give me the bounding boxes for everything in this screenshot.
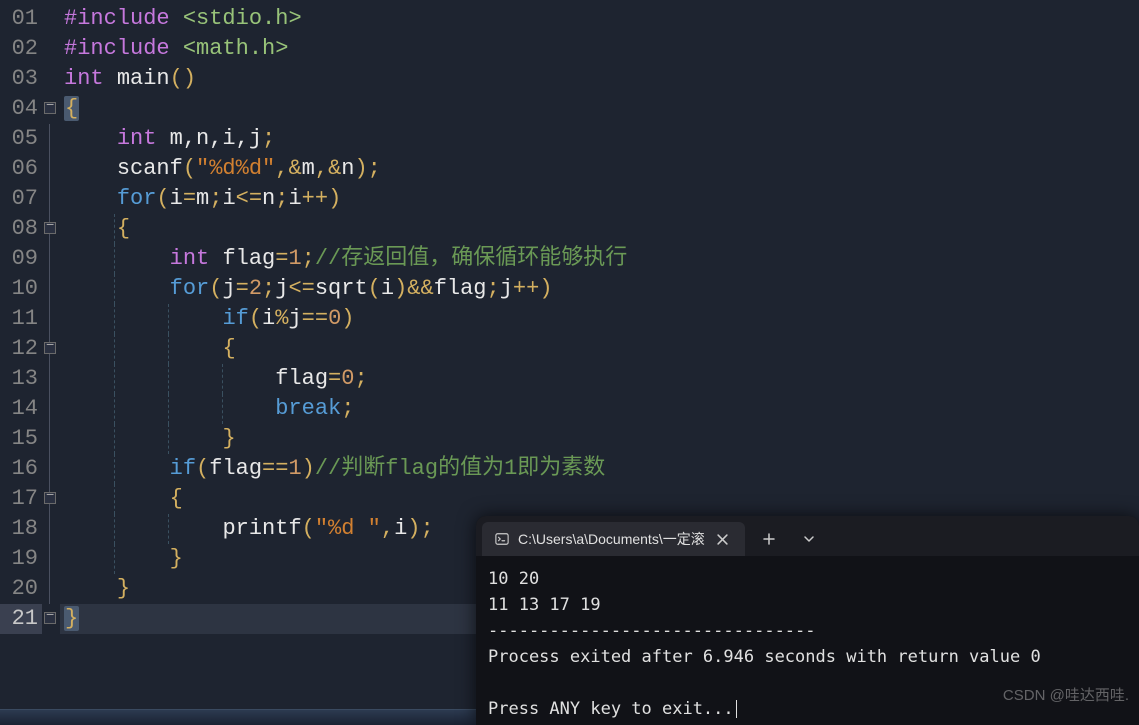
line-number: 19 xyxy=(0,544,42,574)
tab-dropdown-button[interactable] xyxy=(791,525,827,553)
code-line: } xyxy=(60,424,1139,454)
line-number: 10 xyxy=(0,274,42,304)
code-line: #include <stdio.h> xyxy=(60,4,1139,34)
line-number: 08 xyxy=(0,214,42,244)
line-number: 04 xyxy=(0,94,42,124)
line-number: 05 xyxy=(0,124,42,154)
terminal-line: 11 13 17 19 xyxy=(488,595,601,615)
brace-match: { xyxy=(64,96,79,121)
terminal-icon xyxy=(494,531,510,547)
line-number: 15 xyxy=(0,424,42,454)
terminal-tab-title: C:\Users\a\Documents\一定滚 xyxy=(518,529,705,549)
line-number: 09 xyxy=(0,244,42,274)
code-line: flag=0; xyxy=(60,364,1139,394)
cursor-icon xyxy=(736,700,737,718)
code-line: for(j=2;j<=sqrt(i)&&flag;j++) xyxy=(60,274,1139,304)
code-line: { xyxy=(60,94,1139,124)
terminal-line: Press ANY key to exit... xyxy=(488,699,734,719)
code-line: { xyxy=(60,334,1139,364)
fold-toggle-icon[interactable] xyxy=(44,612,56,624)
code-line: break; xyxy=(60,394,1139,424)
code-line: scanf("%d%d",&m,&n); xyxy=(60,154,1139,184)
code-line: { xyxy=(60,214,1139,244)
terminal-line: -------------------------------- xyxy=(488,621,816,641)
line-number-gutter: 01 02 03 04 05 06 07 08 09 10 11 12 13 1… xyxy=(0,0,42,725)
code-line: if(i%j==0) xyxy=(60,304,1139,334)
watermark-text: CSDN @哇达西哇. xyxy=(1003,684,1129,705)
terminal-titlebar[interactable]: C:\Users\a\Documents\一定滚 xyxy=(476,516,1139,556)
code-line: for(i=m;i<=n;i++) xyxy=(60,184,1139,214)
line-number: 14 xyxy=(0,394,42,424)
terminal-line: Process exited after 6.946 seconds with … xyxy=(488,647,1041,667)
line-number: 12 xyxy=(0,334,42,364)
close-icon[interactable] xyxy=(713,529,733,549)
line-number: 17 xyxy=(0,484,42,514)
line-number: 03 xyxy=(0,64,42,94)
line-number: 21 xyxy=(0,604,42,634)
line-number: 20 xyxy=(0,574,42,604)
fold-toggle-icon[interactable] xyxy=(44,342,56,354)
line-number: 18 xyxy=(0,514,42,544)
line-number: 01 xyxy=(0,4,42,34)
code-line: int flag=1;//存返回值，确保循环能够执行 xyxy=(60,244,1139,274)
line-number: 16 xyxy=(0,454,42,484)
line-number: 07 xyxy=(0,184,42,214)
code-line: { xyxy=(60,484,1139,514)
code-line: #include <math.h> xyxy=(60,34,1139,64)
line-number: 02 xyxy=(0,34,42,64)
fold-toggle-icon[interactable] xyxy=(44,492,56,504)
code-line: int main() xyxy=(60,64,1139,94)
code-line: if(flag==1)//判断flag的值为1即为素数 xyxy=(60,454,1139,484)
fold-toggle-icon[interactable] xyxy=(44,222,56,234)
new-tab-button[interactable] xyxy=(751,525,787,553)
brace-match: } xyxy=(64,606,79,631)
code-line: int m,n,i,j; xyxy=(60,124,1139,154)
terminal-line: 10 20 xyxy=(488,569,539,589)
terminal-tab[interactable]: C:\Users\a\Documents\一定滚 xyxy=(482,522,745,556)
line-number: 11 xyxy=(0,304,42,334)
line-number: 06 xyxy=(0,154,42,184)
line-number: 13 xyxy=(0,364,42,394)
fold-column xyxy=(42,0,60,725)
fold-toggle-icon[interactable] xyxy=(44,102,56,114)
